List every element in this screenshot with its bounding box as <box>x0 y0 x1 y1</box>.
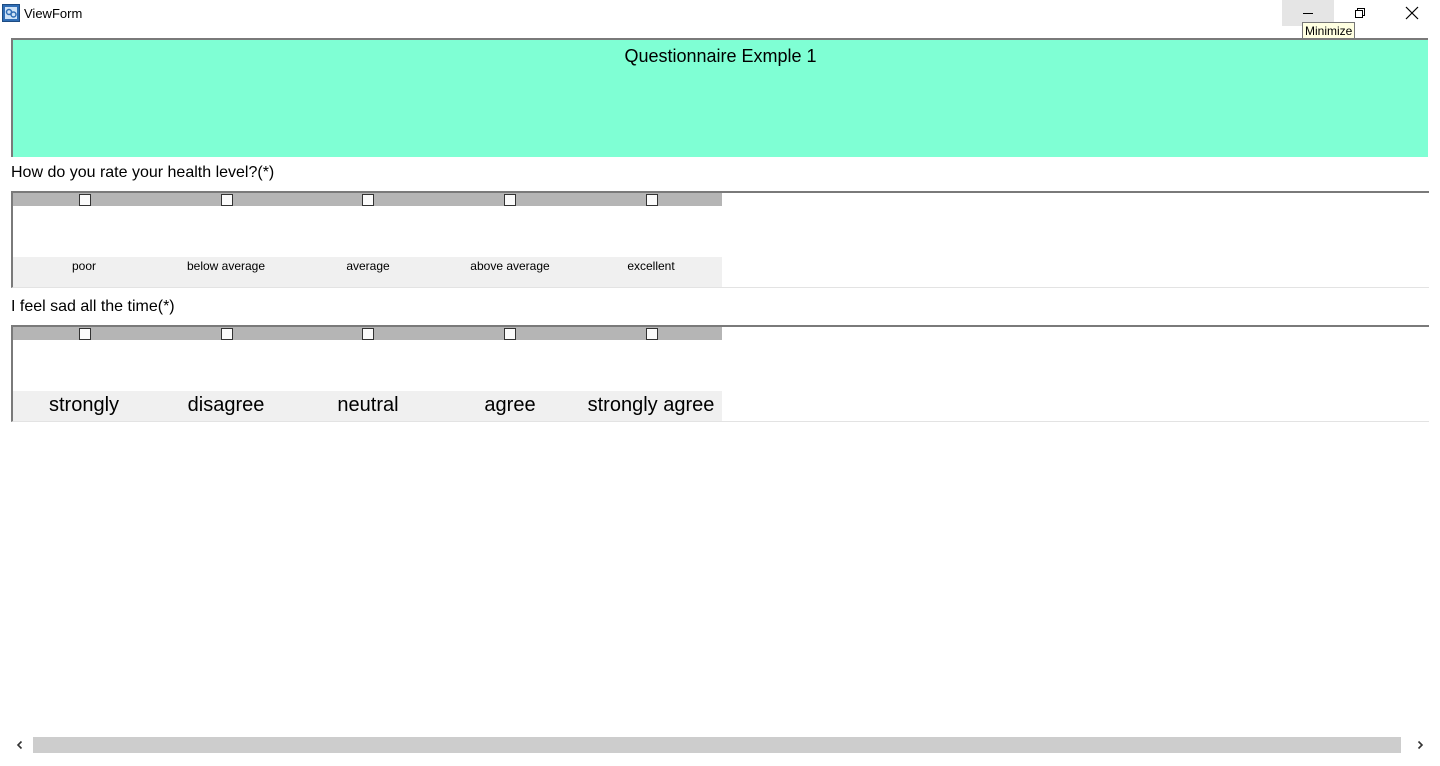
question-2-group: strongly disagree neutral agree strongly… <box>11 325 1429 422</box>
q2-option-label: neutral <box>337 394 399 416</box>
q1-option-above-average-checkbox[interactable] <box>504 194 516 206</box>
q2-option-disagree-checkbox[interactable] <box>221 328 233 340</box>
horizontal-scrollbar[interactable] <box>11 736 1429 754</box>
q2-option-label: disagree <box>187 394 265 416</box>
restore-icon <box>1355 8 1365 18</box>
form-app-icon <box>2 4 20 22</box>
q1-option-label: average <box>346 259 390 273</box>
q1-option-label: above average <box>470 259 550 273</box>
q2-option-agree-checkbox[interactable] <box>504 328 516 340</box>
q2-option-strongly-checkbox[interactable] <box>79 328 91 340</box>
q1-option-label: poor <box>71 259 97 273</box>
form-title: Questionnaire Exmple 1 <box>624 46 817 66</box>
question-1-group: poor below average average above average… <box>11 191 1429 288</box>
scrollbar-thumb[interactable] <box>33 737 1401 753</box>
q2-option-label: agree <box>484 394 536 416</box>
q2-option-strongly-agree-checkbox[interactable] <box>646 328 658 340</box>
scroll-left-button[interactable] <box>11 736 29 754</box>
chevron-left-icon <box>16 740 23 750</box>
q2-option-label: strongly <box>48 394 120 416</box>
q1-option-below-average-checkbox[interactable] <box>221 194 233 206</box>
title-bar: ViewForm <box>0 0 1440 28</box>
close-button[interactable] <box>1386 0 1438 26</box>
window-title: ViewForm <box>24 6 83 21</box>
minimize-icon <box>1303 13 1313 14</box>
q2-option-label: strongly agree <box>587 394 715 416</box>
close-icon <box>1405 6 1419 20</box>
q2-option-neutral-checkbox[interactable] <box>362 328 374 340</box>
question-2-label: I feel sad all the time(*) <box>11 298 175 315</box>
form-header-panel: Questionnaire Exmple 1 <box>11 38 1428 157</box>
q1-option-label: below average <box>186 259 266 273</box>
scroll-right-button[interactable] <box>1411 736 1429 754</box>
q1-option-average-checkbox[interactable] <box>362 194 374 206</box>
chevron-right-icon <box>1417 740 1424 750</box>
q1-option-label: excellent <box>627 259 675 273</box>
question-1-label: How do you rate your health level?(*) <box>11 164 275 181</box>
q1-option-poor-checkbox[interactable] <box>79 194 91 206</box>
q1-option-excellent-checkbox[interactable] <box>646 194 658 206</box>
